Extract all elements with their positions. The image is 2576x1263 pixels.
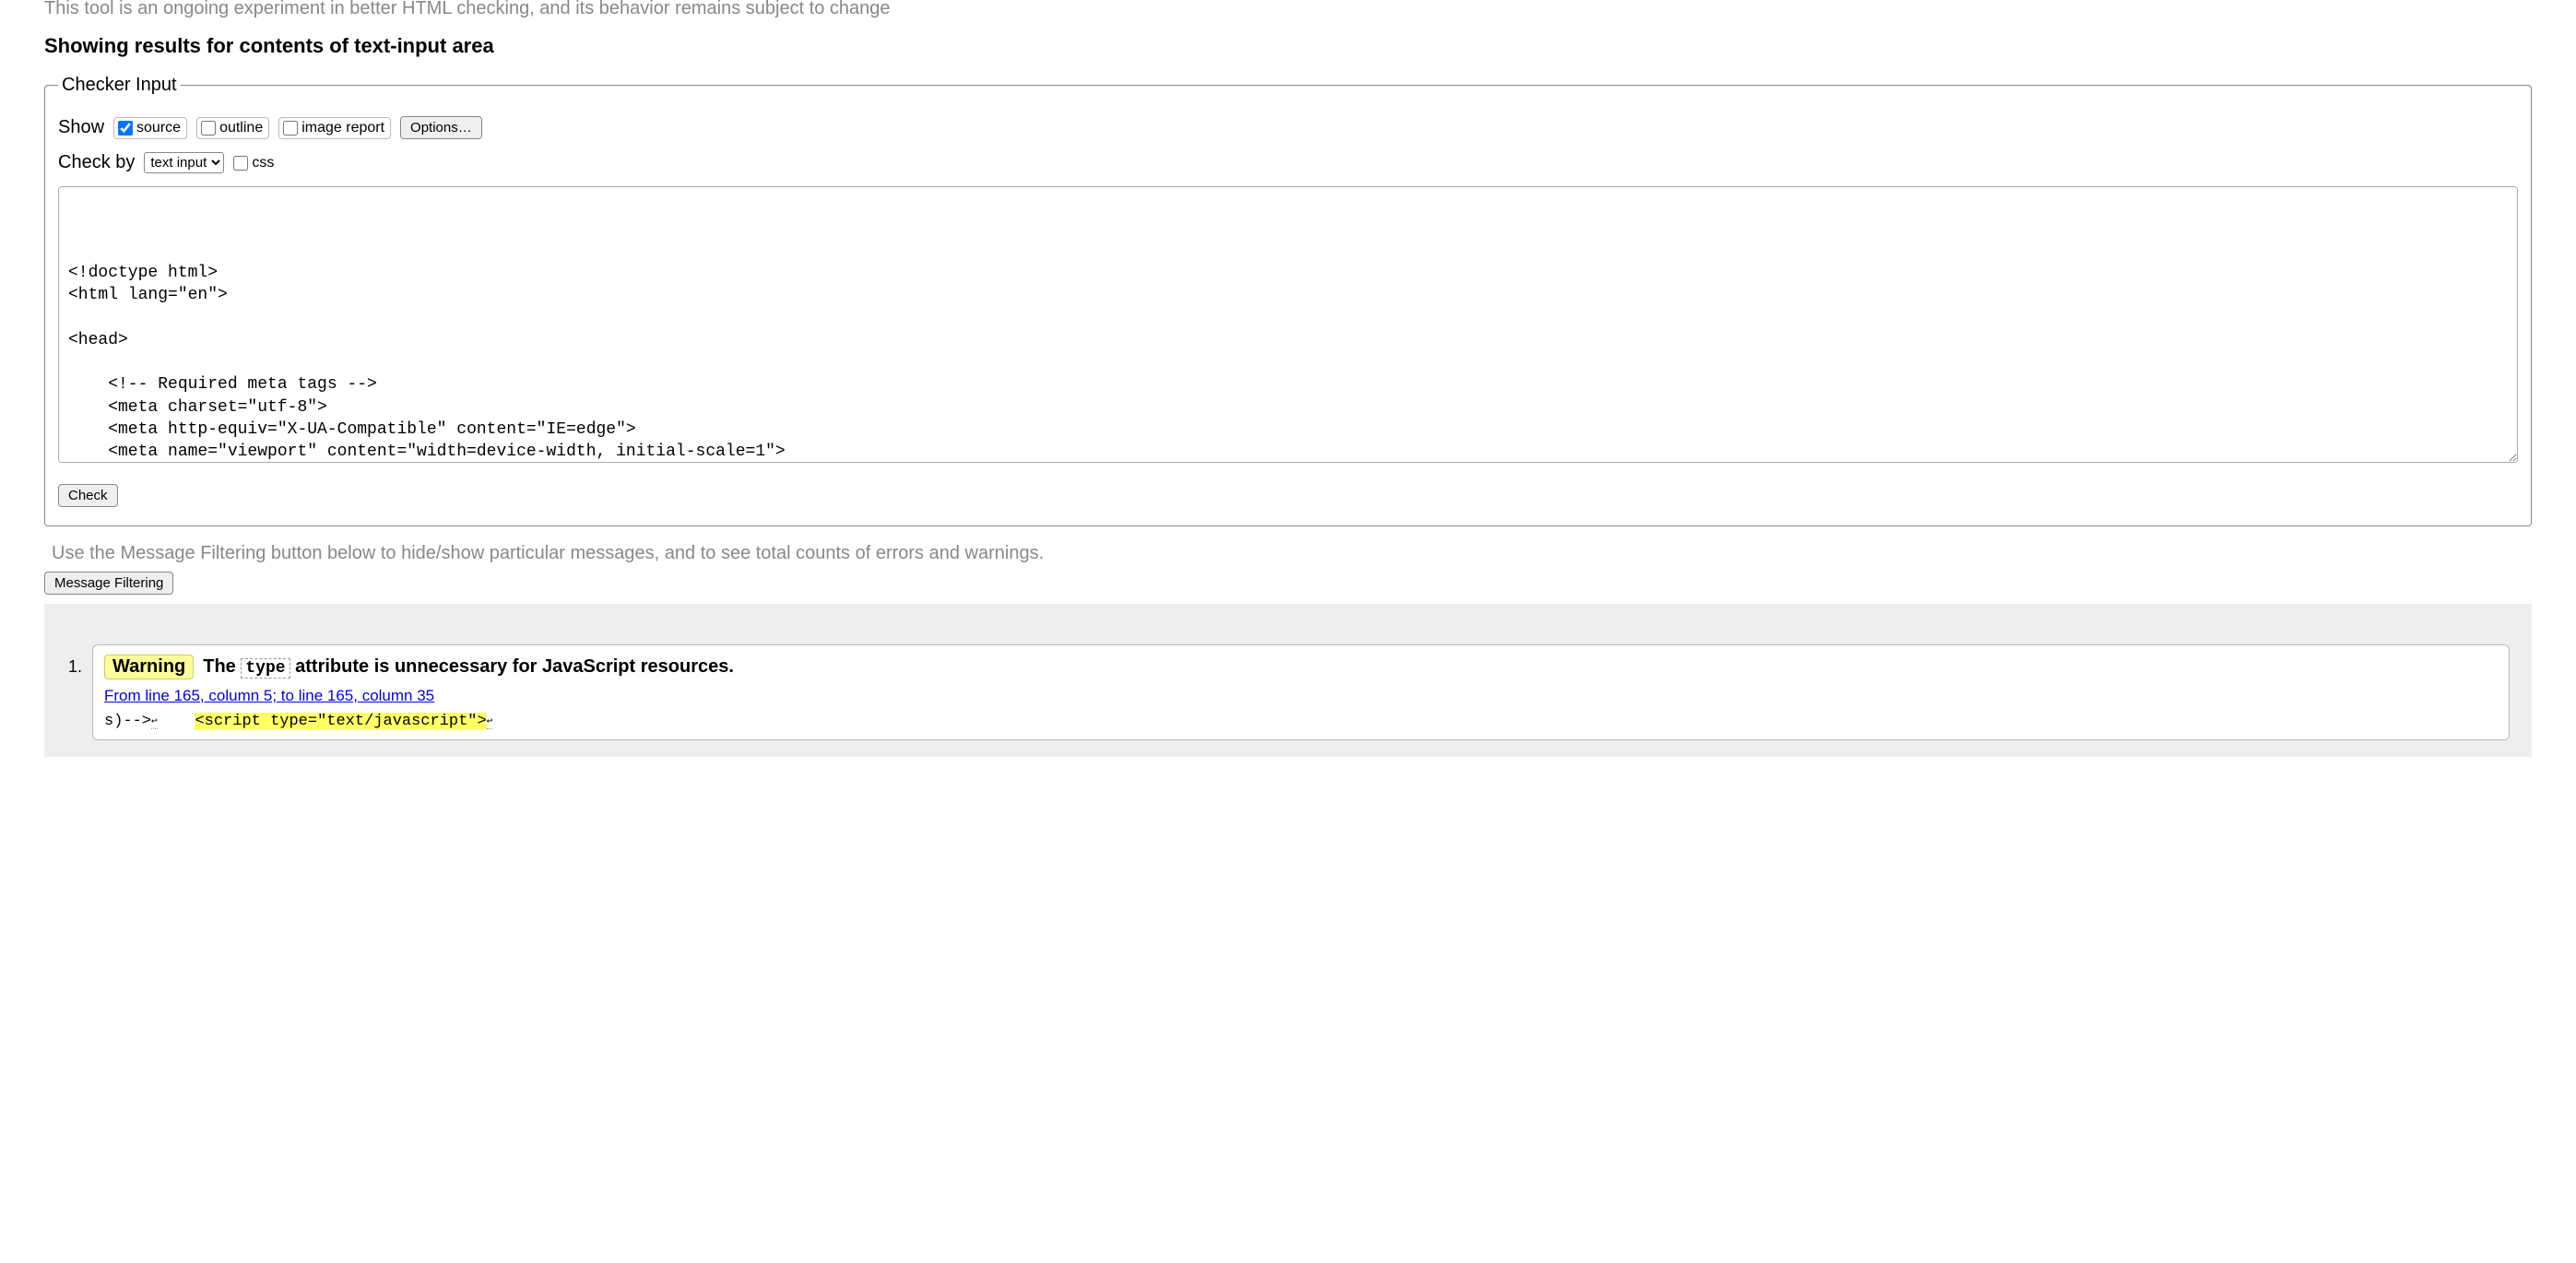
source-textarea[interactable] bbox=[58, 186, 2518, 463]
source-checkbox-label: source bbox=[136, 120, 181, 136]
image-report-checkbox-label: image report bbox=[301, 120, 384, 136]
result-extract: s)-->↩ <script type="text/javascript">↩ bbox=[104, 713, 2498, 730]
result-extract-highlight: <script type="text/javascript"> bbox=[195, 713, 486, 730]
filter-note: Use the Message Filtering button below t… bbox=[52, 543, 2524, 564]
css-checkbox-label: css bbox=[252, 155, 274, 171]
check-by-select[interactable]: text input bbox=[144, 152, 224, 173]
options-button[interactable]: Options… bbox=[400, 116, 482, 139]
source-checkbox-wrap[interactable]: source bbox=[113, 117, 187, 139]
result-message: Warning The type attribute is unnecessar… bbox=[104, 655, 2498, 679]
css-checkbox-wrap[interactable]: css bbox=[233, 155, 274, 171]
check-by-row: Check by text input css bbox=[58, 152, 2518, 173]
result-message-text: The type attribute is unnecessary for Ja… bbox=[203, 656, 734, 678]
image-report-checkbox[interactable] bbox=[283, 121, 298, 136]
checker-input-legend: Checker Input bbox=[58, 75, 181, 96]
image-report-checkbox-wrap[interactable]: image report bbox=[278, 117, 391, 139]
newline-icon: ↩ bbox=[487, 716, 493, 729]
result-location-link[interactable]: From line 165, column 5; to line 165, co… bbox=[104, 687, 434, 705]
checker-input-fieldset: Checker Input Show source outline image … bbox=[44, 75, 2532, 526]
css-checkbox[interactable] bbox=[233, 156, 248, 171]
results-heading: Showing results for contents of text-inp… bbox=[44, 34, 2532, 58]
results-area: Warning The type attribute is unnecessar… bbox=[44, 604, 2532, 757]
source-checkbox[interactable] bbox=[118, 121, 133, 136]
check-button[interactable]: Check bbox=[58, 484, 118, 507]
result-message-code: type bbox=[241, 658, 290, 679]
message-filtering-button[interactable]: Message Filtering bbox=[44, 572, 173, 595]
outline-checkbox-label: outline bbox=[219, 120, 263, 136]
results-list: Warning The type attribute is unnecessar… bbox=[66, 644, 2510, 740]
check-button-row: Check bbox=[58, 484, 2518, 507]
check-by-label: Check by bbox=[58, 152, 135, 173]
result-box: Warning The type attribute is unnecessar… bbox=[92, 644, 2510, 740]
newline-icon: ↩ bbox=[151, 716, 158, 729]
show-row: Show source outline image report Options… bbox=[58, 116, 2518, 139]
experiment-note: This tool is an ongoing experiment in be… bbox=[44, 0, 2532, 19]
warning-badge: Warning bbox=[104, 655, 194, 679]
result-item: Warning The type attribute is unnecessar… bbox=[87, 644, 2510, 740]
message-filtering-row: Message Filtering bbox=[44, 572, 2532, 595]
show-label: Show bbox=[58, 117, 104, 138]
outline-checkbox-wrap[interactable]: outline bbox=[196, 117, 269, 139]
outline-checkbox[interactable] bbox=[201, 121, 216, 136]
